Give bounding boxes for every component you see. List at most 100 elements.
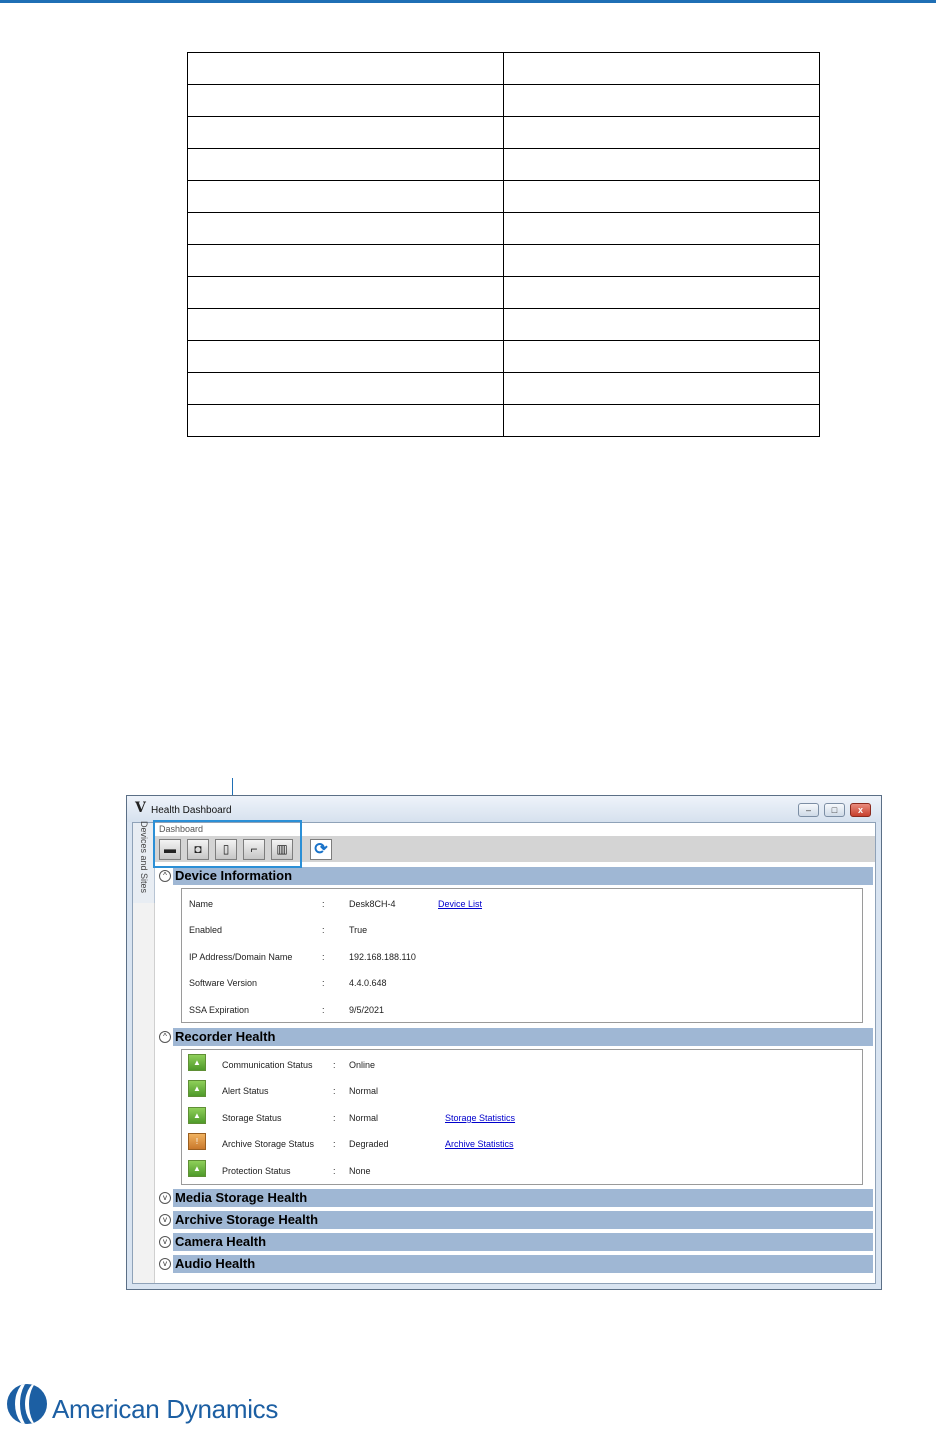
storage-status-value: Normal xyxy=(349,1113,379,1123)
archive-storage-status-value: Degraded xyxy=(349,1139,389,1149)
alert-status-label: Alert Status xyxy=(222,1086,269,1096)
table-cell xyxy=(503,116,820,149)
table-cell xyxy=(503,340,820,373)
table-cell xyxy=(503,52,820,85)
table-row xyxy=(187,148,820,181)
table-cell xyxy=(187,84,504,117)
separator: : xyxy=(322,1005,325,1015)
section-title: Archive Storage Health xyxy=(175,1212,319,1227)
status-ok-icon: ▲ xyxy=(188,1080,206,1097)
status-ok-icon: ▲ xyxy=(188,1160,206,1177)
expand-chevron-icon[interactable]: v xyxy=(159,1258,171,1270)
table-row xyxy=(187,52,820,85)
section-camera-health[interactable]: Camera Health xyxy=(173,1233,873,1251)
toolbar-callout-box xyxy=(153,820,302,868)
section-device-information[interactable]: Device Information xyxy=(173,867,873,885)
separator: : xyxy=(333,1166,336,1176)
table-row xyxy=(187,404,820,437)
window-client-area: Devices and Sites Dashboard ▬ ◘ ▯ ⌐ ▥ ⟳ … xyxy=(132,821,876,1284)
ip-address-label: IP Address/Domain Name xyxy=(189,952,293,962)
close-button[interactable]: x xyxy=(850,803,871,817)
alert-status-value: Normal xyxy=(349,1086,379,1096)
separator: : xyxy=(322,978,325,988)
table-row xyxy=(187,244,820,277)
separator: : xyxy=(333,1060,336,1070)
communication-status-value: Online xyxy=(349,1060,376,1070)
brand-name: American Dynamics xyxy=(52,1394,279,1424)
table-cell xyxy=(503,212,820,245)
table-cell xyxy=(187,180,504,213)
refresh-icon[interactable]: ⟳ xyxy=(310,839,332,860)
side-strip xyxy=(133,903,155,1283)
table-cell xyxy=(503,372,820,405)
table-cell xyxy=(187,244,504,277)
table-cell xyxy=(187,212,504,245)
table-cell xyxy=(187,340,504,373)
software-version-value: 4.4.0.648 xyxy=(349,978,387,988)
section-title: Recorder Health xyxy=(175,1029,276,1044)
table-cell xyxy=(187,116,504,149)
table-row xyxy=(187,276,820,309)
ip-address-value: 192.168.188.110 xyxy=(349,952,416,962)
table-cell xyxy=(187,308,504,341)
dashboard-main: Dashboard ▬ ◘ ▯ ⌐ ▥ ⟳ ^ Device Informati… xyxy=(155,823,875,1283)
table-cell xyxy=(503,84,820,117)
title-bar[interactable]: V Health Dashboard – □ x xyxy=(127,796,881,822)
table-row xyxy=(187,308,820,341)
table-row xyxy=(187,340,820,373)
table-row xyxy=(187,116,820,149)
status-ok-icon: ▲ xyxy=(188,1054,206,1071)
devices-and-sites-tab[interactable]: Devices and Sites xyxy=(133,821,155,904)
protection-status-value: None xyxy=(349,1166,371,1176)
table-cell xyxy=(187,148,504,181)
maximize-button[interactable]: □ xyxy=(824,803,845,817)
archive-storage-status-label: Archive Storage Status xyxy=(222,1139,315,1149)
table-cell xyxy=(503,308,820,341)
device-information-panel: Name : Desk8CH-4 Device List Enabled : T… xyxy=(181,888,863,1023)
app-logo-icon: V xyxy=(135,800,146,816)
minimize-button[interactable]: – xyxy=(798,803,819,817)
table-row xyxy=(187,212,820,245)
device-list-link[interactable]: Device List xyxy=(438,899,482,909)
table-cell xyxy=(187,404,504,437)
section-title: Audio Health xyxy=(175,1256,256,1271)
section-recorder-health[interactable]: Recorder Health xyxy=(173,1028,873,1046)
recorder-health-panel: ▲ Communication Status : Online ▲ Alert … xyxy=(181,1049,863,1185)
section-audio-health[interactable]: Audio Health xyxy=(173,1255,873,1273)
status-warning-icon: ! xyxy=(188,1133,206,1150)
table-row xyxy=(187,84,820,117)
table-cell xyxy=(187,276,504,309)
separator: : xyxy=(333,1139,336,1149)
expand-chevron-icon[interactable]: v xyxy=(159,1214,171,1226)
table-cell xyxy=(503,276,820,309)
table-cell xyxy=(187,372,504,405)
name-value: Desk8CH-4 xyxy=(349,899,396,909)
communication-status-label: Communication Status xyxy=(222,1060,313,1070)
side-tab-label: Devices and Sites xyxy=(139,821,149,894)
storage-statistics-link[interactable]: Storage Statistics xyxy=(445,1113,515,1123)
section-title: Device Information xyxy=(175,868,293,883)
table-cell xyxy=(187,52,504,85)
expand-chevron-icon[interactable]: v xyxy=(159,1236,171,1248)
name-label: Name xyxy=(189,899,214,909)
collapse-chevron-icon[interactable]: ^ xyxy=(159,1031,171,1043)
health-dashboard-window: V Health Dashboard – □ x Devices and Sit… xyxy=(126,795,882,1290)
separator: : xyxy=(322,952,325,962)
storage-status-label: Storage Status xyxy=(222,1113,282,1123)
archive-statistics-link[interactable]: Archive Statistics xyxy=(445,1139,514,1149)
section-media-storage-health[interactable]: Media Storage Health xyxy=(173,1189,873,1207)
software-version-label: Software Version xyxy=(189,978,258,988)
collapse-chevron-icon[interactable]: ^ xyxy=(159,870,171,882)
enabled-value: True xyxy=(349,925,368,935)
expand-chevron-icon[interactable]: v xyxy=(159,1192,171,1204)
separator: : xyxy=(322,899,325,909)
table-row xyxy=(187,372,820,405)
american-dynamics-logo-icon xyxy=(7,1384,47,1424)
ssa-expiration-label: SSA Expiration xyxy=(189,1005,250,1015)
separator: : xyxy=(322,925,325,935)
section-title: Media Storage Health xyxy=(175,1190,308,1205)
table-cell xyxy=(503,180,820,213)
section-archive-storage-health[interactable]: Archive Storage Health xyxy=(173,1211,873,1229)
separator: : xyxy=(333,1086,336,1096)
enabled-label: Enabled xyxy=(189,925,223,935)
